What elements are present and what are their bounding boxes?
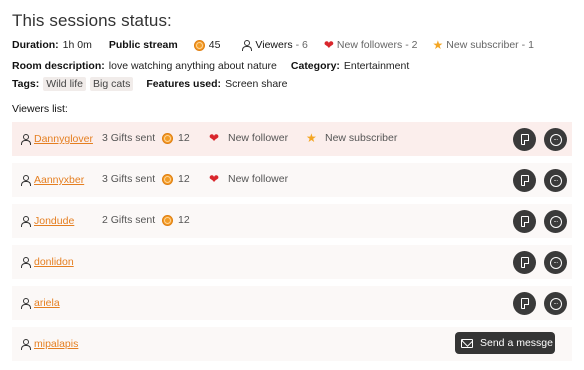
tags-label: Tags: <box>12 78 40 90</box>
viewer-name-link[interactable]: Dannyglover <box>34 133 93 145</box>
tip-icon <box>520 175 529 186</box>
chat-button[interactable]: ... <box>544 251 567 274</box>
viewers-count: - 6 <box>295 39 308 51</box>
envelope-icon <box>461 338 473 348</box>
viewer-row: Jondude 2 Gifts sent 12 ... <box>12 204 572 238</box>
tip-button[interactable] <box>513 292 536 315</box>
send-message-label: Send a messge <box>480 337 553 349</box>
room-description-label: Room description: <box>12 60 105 72</box>
tag-wild-life: Wild life <box>43 77 86 91</box>
chat-button[interactable]: ... <box>544 292 567 315</box>
new-subscriber-label: New subscriber <box>446 39 519 51</box>
viewers-list-label: Viewers list: <box>12 103 68 115</box>
chat-bubble-icon: ... <box>549 215 562 228</box>
viewer-row: Aannyxber 3 Gifts sent 12 ❤ New follower… <box>12 163 572 197</box>
page-title: This sessions status: <box>12 11 172 30</box>
person-icon <box>20 338 31 350</box>
heart-icon: ❤ <box>209 172 220 186</box>
gifts-sent: 2 Gifts sent <box>102 214 156 226</box>
tip-icon <box>520 216 529 227</box>
duration-label: Duration: <box>12 39 59 51</box>
stream-type: Public stream <box>108 39 178 51</box>
heart-icon: ❤ <box>323 38 334 52</box>
person-icon <box>241 39 253 51</box>
person-icon <box>20 215 31 227</box>
coins-total: 45 <box>208 39 221 51</box>
chat-bubble-icon: ... <box>549 133 562 146</box>
star-icon: ★ <box>306 131 317 145</box>
new-follower-label: New follower <box>228 173 289 185</box>
chat-button[interactable]: ... <box>544 210 567 233</box>
room-description-value: love watching anything about nature <box>108 60 277 72</box>
send-message-tooltip[interactable]: Send a messge <box>455 332 555 354</box>
coin-icon <box>193 39 205 51</box>
room-info: Room description: love watching anything… <box>12 60 409 72</box>
gifts-sent: 3 Gifts sent <box>102 173 156 185</box>
new-subscriber-label: New subscriber <box>325 132 398 144</box>
coins-count: 12 <box>178 214 190 226</box>
tag-big-cats: Big cats <box>90 77 134 91</box>
viewers-label: Viewers <box>255 39 293 51</box>
tip-button[interactable] <box>513 251 536 274</box>
coin-icon <box>162 215 173 226</box>
coin-icon <box>162 174 173 185</box>
chat-button[interactable]: ... <box>544 128 567 151</box>
person-icon <box>20 297 31 309</box>
coins-count: 12 <box>178 173 190 185</box>
viewer-name-link[interactable]: donlidon <box>34 256 74 268</box>
new-subscriber-count: - 1 <box>521 39 534 51</box>
tip-icon <box>520 134 529 145</box>
tip-button[interactable] <box>513 169 536 192</box>
person-icon <box>20 133 31 145</box>
new-followers-count: - 2 <box>405 39 418 51</box>
viewer-name-link[interactable]: Jondude <box>34 215 74 227</box>
chat-bubble-icon: ... <box>549 256 562 269</box>
chat-bubble-icon: ... <box>549 297 562 310</box>
new-followers-label: New followers <box>336 39 403 51</box>
chat-bubble-icon: ... <box>549 174 562 187</box>
chat-button[interactable]: ... <box>544 169 567 192</box>
tip-button[interactable] <box>513 210 536 233</box>
viewer-row: donlidon ... <box>12 245 572 279</box>
coins-count: 12 <box>178 132 190 144</box>
viewer-name-link[interactable]: Aannyxber <box>34 174 84 186</box>
viewer-row: ariela ... <box>12 286 572 320</box>
features-label: Features used: <box>146 78 222 90</box>
tip-icon <box>520 257 529 268</box>
star-icon: ★ <box>432 38 444 52</box>
coin-icon <box>162 133 173 144</box>
viewer-name-link[interactable]: mipalapis <box>34 338 78 350</box>
viewer-name-link[interactable]: ariela <box>34 297 60 309</box>
features-value: Screen share <box>225 78 288 90</box>
viewer-row: Dannyglover 3 Gifts sent 12 ❤ New follow… <box>12 122 572 156</box>
person-icon <box>20 174 31 186</box>
heart-icon: ❤ <box>209 131 220 145</box>
duration-value: 1h 0m <box>62 39 92 51</box>
person-icon <box>20 256 31 268</box>
gifts-sent: 3 Gifts sent <box>102 132 156 144</box>
tags-row: Tags: Wild life Big cats Features used: … <box>12 77 288 91</box>
category-value: Entertainment <box>343 60 410 72</box>
category-label: Category: <box>290 60 340 72</box>
tip-icon <box>520 298 529 309</box>
tip-button[interactable] <box>513 128 536 151</box>
session-summary: Duration: 1h 0m Public stream 45 Viewers… <box>12 38 534 52</box>
new-follower-label: New follower <box>228 132 289 144</box>
